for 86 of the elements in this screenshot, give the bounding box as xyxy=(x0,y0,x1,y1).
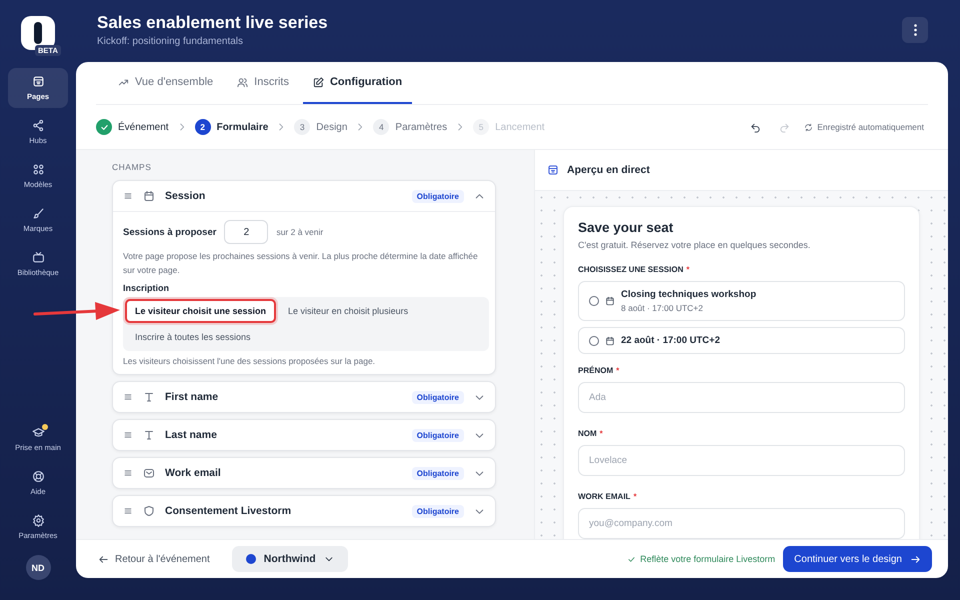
kebab-icon xyxy=(914,24,916,36)
segment-option[interactable]: Le visiteur en choisit plusieurs xyxy=(278,299,418,324)
refresh-icon xyxy=(804,122,814,132)
drag-handle-icon xyxy=(123,392,133,402)
calendar-icon xyxy=(143,190,155,202)
required-mark: * xyxy=(686,265,690,274)
drag-handle-icon xyxy=(123,506,133,516)
brush-icon xyxy=(32,207,44,220)
session-time: 8 août · 17:00 UTC+2 xyxy=(621,303,704,313)
drag-handle-icon xyxy=(123,191,133,201)
number-input[interactable]: 2 xyxy=(224,220,268,244)
drag-handle-icon xyxy=(123,468,133,478)
page-subtitle: Kickoff: positioning fundamentals xyxy=(97,36,244,47)
undo-icon xyxy=(750,122,762,132)
segment-option[interactable]: Le visiteur choisit une session xyxy=(125,299,276,324)
step[interactable]: Événement xyxy=(96,119,169,135)
field-label: NOM xyxy=(578,429,597,438)
required-badge: Obligatoire xyxy=(412,428,464,442)
help-icon xyxy=(32,470,44,483)
required-badge: Obligatoire xyxy=(412,190,464,202)
required-mark: * xyxy=(633,492,637,501)
edit-icon xyxy=(312,76,324,88)
radio-button[interactable] xyxy=(589,296,599,306)
tab[interactable]: Vue d'ensemble xyxy=(108,62,224,104)
panel-title: Aperçu en direct xyxy=(567,164,650,176)
more-button[interactable] xyxy=(902,17,928,43)
session-title: Closing techniques workshop xyxy=(621,289,756,300)
calendar-icon xyxy=(605,336,615,346)
shield-icon xyxy=(143,505,155,518)
trend-icon xyxy=(118,76,129,88)
section-heading: CHAMPS xyxy=(112,162,152,172)
required-mark: * xyxy=(600,429,603,438)
field-card[interactable]: First name Obligatoire xyxy=(112,381,496,414)
form-intro: C'est gratuit. Réservez votre place en quelques secondes. xyxy=(578,240,812,250)
sync-note: Reflète votre formulaire Livestorm xyxy=(640,554,776,564)
count-suffix: sur 2 à venir xyxy=(276,227,324,237)
avatar[interactable]: ND xyxy=(26,555,50,580)
radio-button[interactable] xyxy=(589,336,599,346)
step[interactable]: 2 Formulaire xyxy=(194,119,268,135)
check-icon xyxy=(627,554,636,564)
back-link[interactable]: Retour à l'événement xyxy=(98,554,210,564)
calendar-icon xyxy=(605,296,615,306)
field-label: Sessions à proposer xyxy=(123,226,216,238)
field-card[interactable]: Last name Obligatoire xyxy=(112,419,496,452)
required-badge: Obligatoire xyxy=(412,390,464,404)
settings-icon xyxy=(32,514,44,527)
text-icon xyxy=(143,429,155,442)
graduation-cap-icon xyxy=(32,426,44,439)
layout-icon xyxy=(32,75,44,88)
tab[interactable]: Inscrits xyxy=(227,62,299,104)
redo-icon xyxy=(779,122,790,132)
field-label: PRÉNOM xyxy=(578,366,614,375)
users-icon xyxy=(237,76,248,88)
step[interactable]: 3 Design xyxy=(294,119,348,135)
arrow-right-icon xyxy=(910,554,921,564)
drag-handle-icon xyxy=(123,430,133,440)
field-card[interactable]: Consentement Livestorm Obligatoire xyxy=(112,495,496,528)
required-badge: Obligatoire xyxy=(412,466,464,480)
segment-option[interactable]: Inscrire à toutes les sessions xyxy=(125,325,261,350)
text-icon xyxy=(143,391,155,404)
field-label: WORK EMAIL xyxy=(578,492,630,501)
field-card[interactable]: Work email Obligatoire xyxy=(112,457,496,490)
step[interactable]: 4 Paramètres xyxy=(373,119,448,135)
autosave-status: Enregistré automatiquement xyxy=(817,122,924,132)
grid-icon xyxy=(32,163,44,176)
section-label: Inscription xyxy=(123,283,170,294)
undo-button[interactable] xyxy=(750,122,762,132)
help-text: Votre page propose les prochaines sessions à venir. La plus proche détermine la date affichée sur votre page. xyxy=(123,250,479,277)
help-text: Les visiteurs choisissent l'une des sessions proposées sur la page. xyxy=(123,356,376,366)
share-icon xyxy=(32,119,44,132)
mail-icon xyxy=(143,467,155,480)
required-badge: Obligatoire xyxy=(412,504,464,518)
form-title: Save your seat xyxy=(578,220,674,235)
required-mark: * xyxy=(616,366,620,375)
session-option[interactable]: 22 août · 17:00 UTC+2 xyxy=(578,327,905,354)
tv-icon xyxy=(32,251,44,264)
session-time: 22 août · 17:00 UTC+2 xyxy=(621,335,720,346)
check-icon xyxy=(100,122,108,132)
field-label: CHOISISSEZ UNE SESSION xyxy=(578,265,684,274)
page-title: Sales enablement live series xyxy=(97,13,329,33)
arrow-left-icon xyxy=(98,554,109,564)
preview-icon xyxy=(547,164,559,176)
session-option[interactable]: Closing techniques workshop 8 août · 17:00 UTC+2 xyxy=(578,281,905,321)
workspace-dropdown[interactable]: Northwind xyxy=(232,546,348,572)
continue-button[interactable]: Continuer vers le design xyxy=(783,546,932,572)
tab[interactable]: Configuration xyxy=(302,62,412,104)
